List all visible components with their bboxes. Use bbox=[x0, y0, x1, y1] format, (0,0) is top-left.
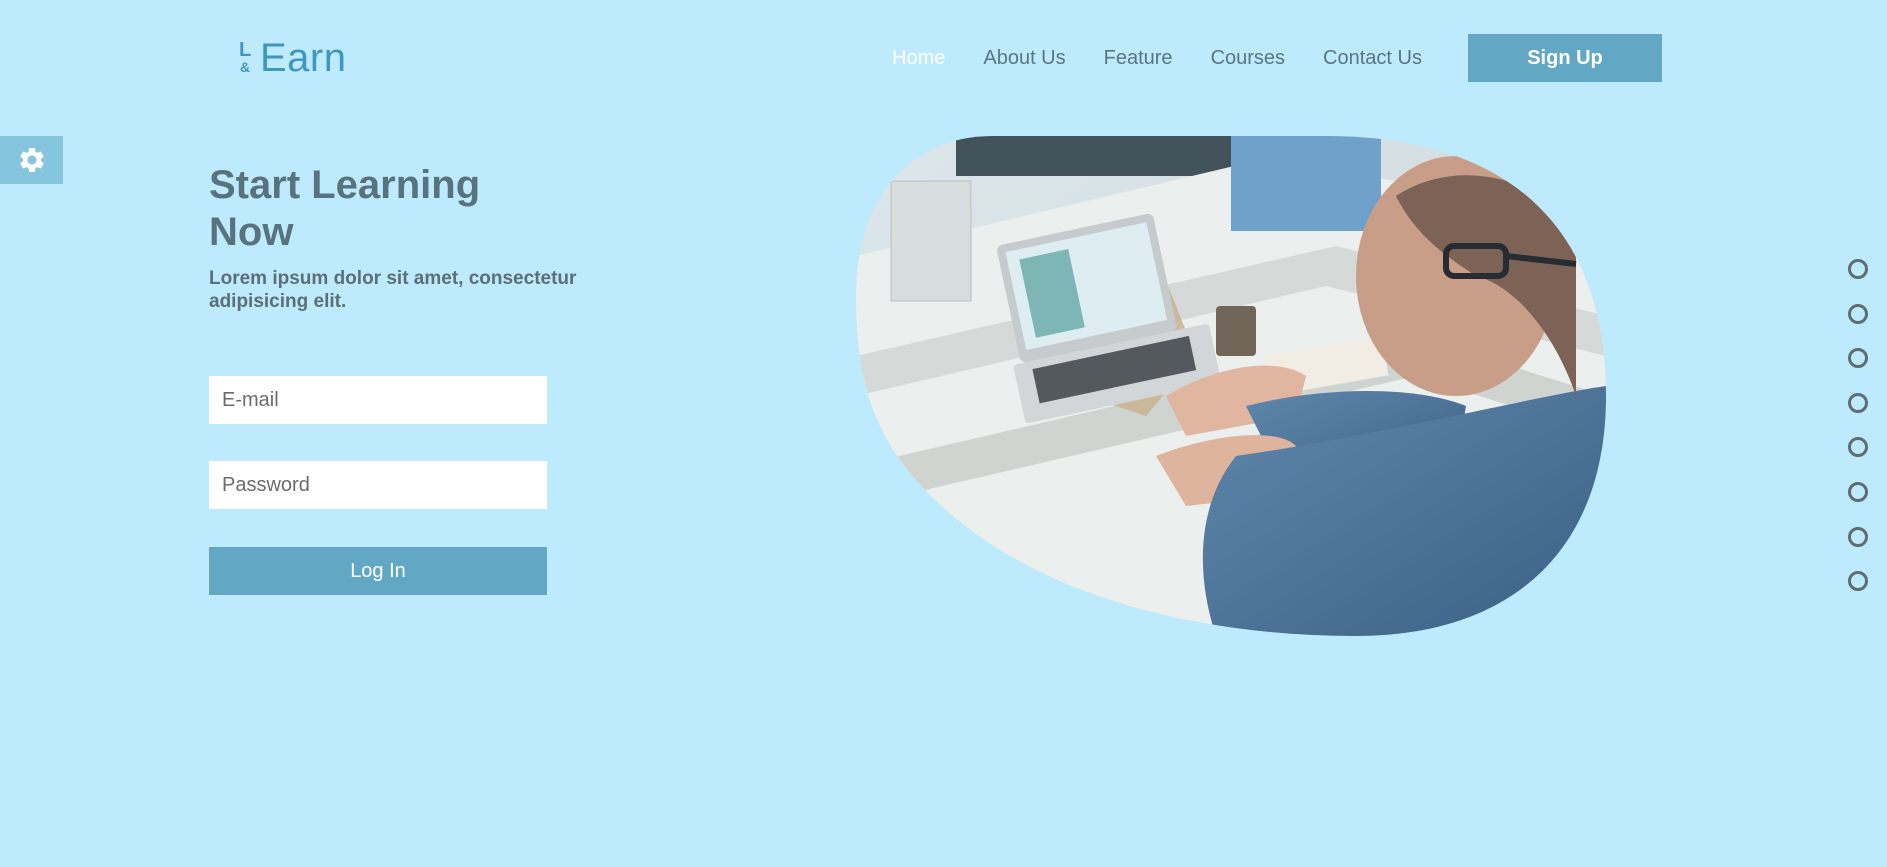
hero-image bbox=[856, 136, 1606, 636]
page-dot[interactable] bbox=[1848, 303, 1868, 324]
brand-logo[interactable]: L & Earn bbox=[238, 34, 347, 78]
nav-home[interactable]: Home bbox=[892, 47, 945, 70]
logo-ampersand: & bbox=[240, 59, 251, 75]
gear-icon bbox=[19, 148, 44, 172]
sign-up-button[interactable]: Sign Up bbox=[1468, 34, 1662, 82]
main-nav: Home About Us Feature Courses Contact Us bbox=[892, 47, 1422, 70]
hero-subtitle: Lorem ipsum dolor sit amet, consectetur … bbox=[209, 268, 577, 312]
page-dot[interactable] bbox=[1848, 437, 1868, 458]
hero-title: Start Learning Now bbox=[209, 163, 481, 254]
page-dot[interactable] bbox=[1848, 259, 1868, 279]
logo-text: Earn bbox=[260, 36, 347, 80]
nav-feature[interactable]: Feature bbox=[1104, 47, 1173, 70]
logo-mark: L & bbox=[238, 38, 258, 78]
page-indicator bbox=[1848, 259, 1868, 616]
nav-courses[interactable]: Courses bbox=[1211, 47, 1285, 70]
log-in-button[interactable]: Log In bbox=[209, 547, 547, 595]
page-dot[interactable] bbox=[1848, 571, 1868, 592]
page-dot[interactable] bbox=[1848, 392, 1868, 413]
logo-letter-l: L bbox=[239, 39, 252, 61]
page-dot[interactable] bbox=[1848, 348, 1868, 369]
password-field[interactable] bbox=[209, 461, 547, 509]
settings-button[interactable] bbox=[0, 136, 63, 184]
page-dot[interactable] bbox=[1848, 526, 1868, 547]
nav-about-us[interactable]: About Us bbox=[983, 47, 1065, 70]
nav-contact-us[interactable]: Contact Us bbox=[1323, 47, 1422, 70]
page-dot[interactable] bbox=[1848, 481, 1868, 502]
email-field[interactable] bbox=[209, 376, 547, 424]
